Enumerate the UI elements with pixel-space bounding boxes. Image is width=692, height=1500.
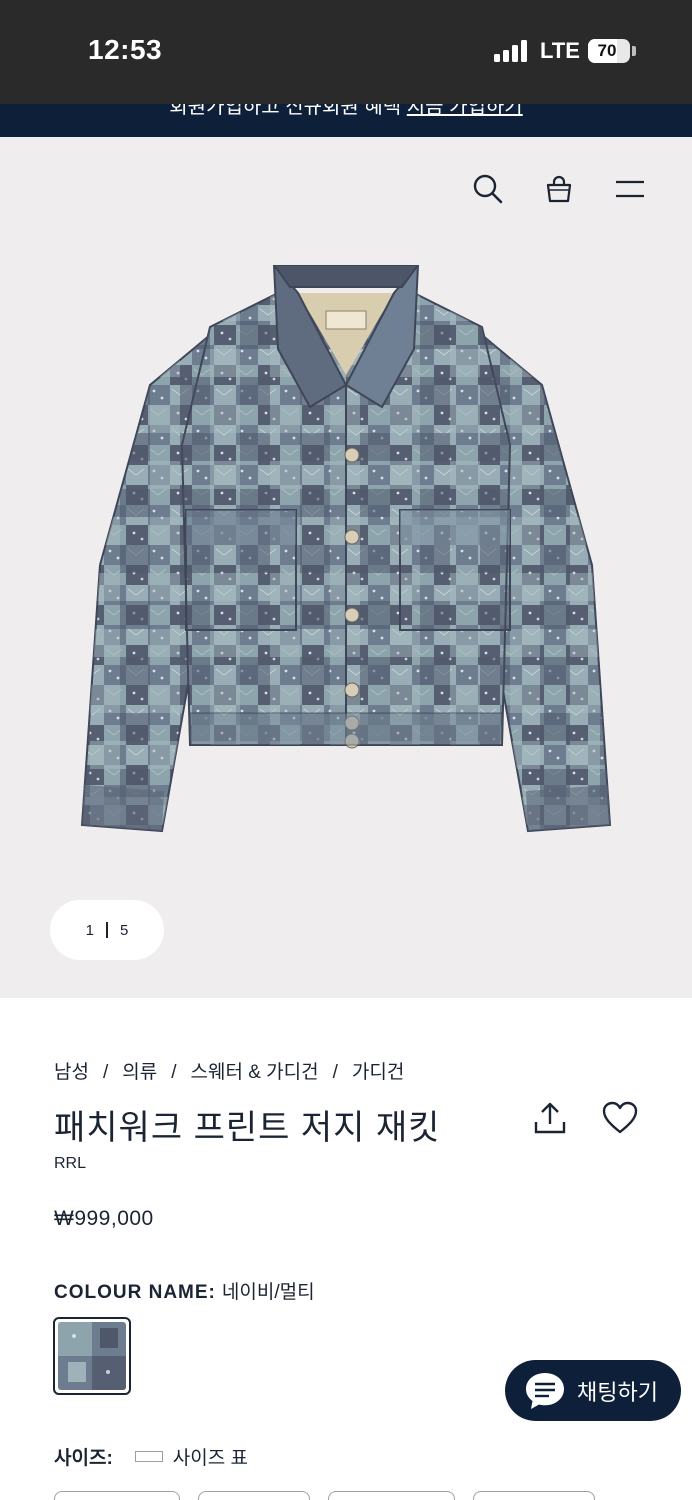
chat-label: 채팅하기 — [577, 1379, 658, 1405]
battery-level: 70 — [597, 41, 617, 60]
pager-divider — [106, 922, 108, 938]
promo-banner: 회원가입하고 신규회원 혜택 지금 가입하기 — [0, 104, 692, 137]
signal-icon — [494, 40, 528, 62]
size-option[interactable] — [473, 1491, 595, 1500]
breadcrumb-item[interactable]: 남성 — [54, 1062, 89, 1083]
battery-cap — [632, 46, 636, 56]
wishlist-heart-icon[interactable] — [602, 1100, 638, 1136]
price: ₩999,000 — [54, 1207, 154, 1230]
promo-message: 회원가입하고 신규회원 혜택 — [169, 104, 407, 118]
chat-button[interactable]: 채팅하기 — [505, 1360, 681, 1421]
brand-name[interactable]: RRL — [54, 1155, 86, 1173]
shopping-bag-icon[interactable] — [543, 173, 575, 205]
product-gallery[interactable]: 1 5 — [0, 137, 692, 998]
pager-total: 5 — [120, 921, 129, 939]
chat-bubble-icon — [526, 1372, 564, 1409]
size-option[interactable] — [54, 1491, 180, 1500]
status-bar: 12:53 LTE 70 — [0, 0, 692, 104]
pager-current: 1 — [85, 921, 94, 939]
breadcrumb-separator: / — [102, 1062, 109, 1083]
size-label: 사이즈: — [54, 1448, 113, 1469]
colour-label: COLOUR NAME: — [54, 1282, 216, 1303]
product-image[interactable] — [60, 265, 632, 865]
ruler-icon — [134, 1451, 163, 1462]
size-row: 사이즈: 사이즈 표 — [54, 1443, 248, 1470]
product-title: 패치워크 프린트 저지 재킷 — [54, 1109, 441, 1147]
menu-icon[interactable] — [614, 173, 646, 205]
share-icon[interactable] — [532, 1100, 568, 1136]
colour-row: COLOUR NAME: 네이비/멀티 — [54, 1277, 315, 1304]
battery-icon: 70 — [588, 39, 630, 63]
breadcrumb-separator: / — [171, 1062, 177, 1083]
size-chart-link[interactable]: 사이즈 표 — [173, 1443, 248, 1470]
colour-swatch[interactable] — [53, 1317, 131, 1395]
breadcrumb: 남성 / 의류 / 스웨터 & 가디건 / 가디건 — [54, 1057, 404, 1084]
colour-value: 네이비/멀티 — [221, 1282, 315, 1303]
size-option[interactable] — [328, 1491, 455, 1500]
swatch-image — [58, 1322, 126, 1390]
breadcrumb-item[interactable]: 의류 — [122, 1062, 157, 1083]
status-time: 12:53 — [88, 34, 163, 65]
breadcrumb-item[interactable]: 가디건 — [352, 1062, 404, 1083]
size-option[interactable] — [198, 1491, 310, 1500]
breadcrumb-item[interactable]: 스웨터 & 가디건 — [191, 1062, 319, 1083]
promo-signup-link[interactable]: 지금 가입하기 — [407, 104, 523, 118]
promo-text: 회원가입하고 신규회원 혜택 지금 가입하기 — [0, 104, 692, 119]
gallery-pager: 1 5 — [50, 900, 164, 960]
search-icon[interactable] — [472, 173, 504, 205]
breadcrumb-separator: / — [332, 1062, 338, 1083]
network-label: LTE — [540, 38, 580, 63]
